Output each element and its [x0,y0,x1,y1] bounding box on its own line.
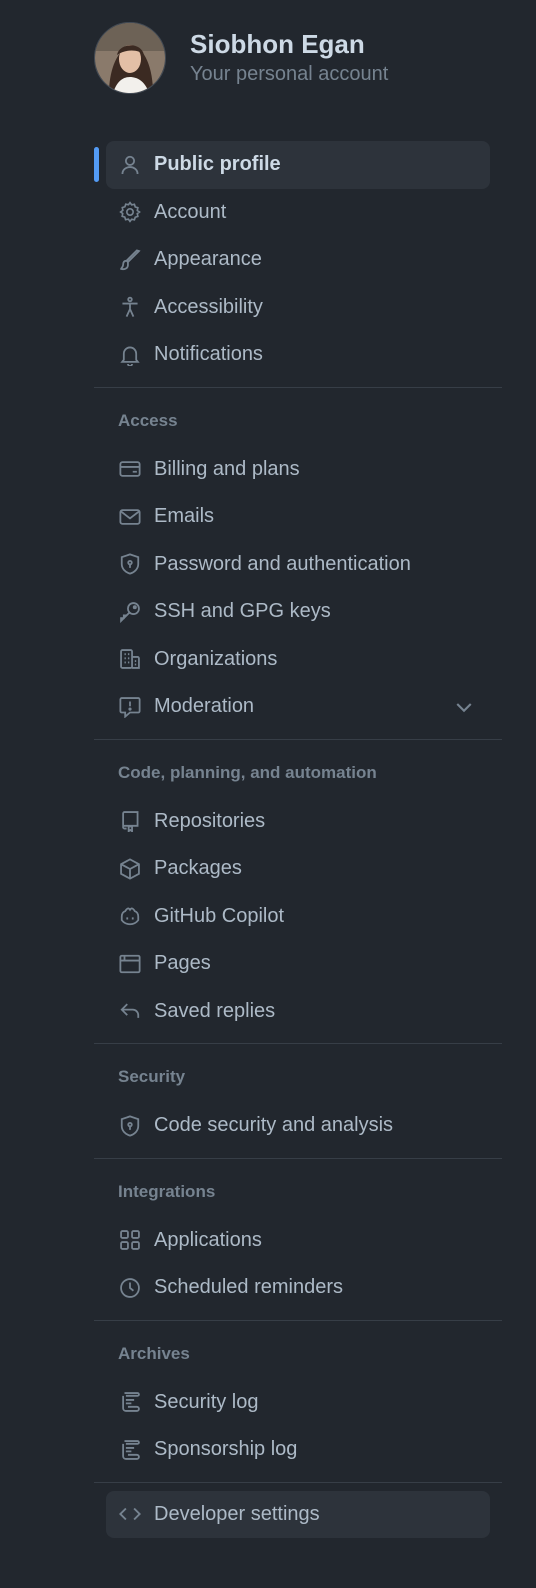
nav-item-developer-settings[interactable]: Developer settings [106,1490,490,1538]
bell-icon [118,343,142,367]
nav-item-emails[interactable]: Emails [106,493,490,541]
nav-item-label: Code security and analysis [154,1114,394,1137]
nav-item-sponsorship-log[interactable]: Sponsorship log [106,1426,490,1474]
shield-lock-icon [118,552,142,576]
divider [94,738,502,740]
nav-item-security-log[interactable]: Security log [106,1379,490,1427]
nav-item-public-profile[interactable]: Public profile [94,141,490,189]
reply-icon [118,999,142,1023]
nav-item-label: SSH and GPG keys [154,600,331,623]
nav-item-label: Emails [154,505,215,528]
nav-item-label: Repositories [154,809,266,832]
nav-item-password[interactable]: Password and authentication [106,541,490,589]
divider [94,1157,502,1159]
section-heading-security: Security [118,1067,186,1086]
settings-nav: Public profile Account Appearance Access… [94,141,502,1538]
nav-item-notifications[interactable]: Notifications [106,331,490,379]
nav-item-copilot[interactable]: GitHub Copilot [106,893,490,941]
nav-item-repositories[interactable]: Repositories [106,798,490,846]
nav-item-pages[interactable]: Pages [106,940,490,988]
nav-item-label: Password and authentication [154,552,411,575]
account-header: Siobhon Egan Your personal account [94,22,388,94]
nav-item-label: Account [154,200,227,223]
nav-item-applications[interactable]: Applications [106,1217,490,1265]
person-icon [118,153,142,177]
log-icon [118,1390,142,1414]
repo-icon [118,809,142,833]
nav-item-label: Saved replies [154,999,276,1022]
divider [94,1043,502,1044]
nav-item-label: Billing and plans [154,457,300,480]
nav-item-packages[interactable]: Packages [106,845,490,893]
code-icon [118,1502,142,1526]
nav-item-accessibility[interactable]: Accessibility [106,284,490,332]
nav-item-organizations[interactable]: Organizations [106,636,490,684]
paintbrush-icon [118,248,142,272]
divider [94,1319,502,1321]
apps-icon [118,1228,142,1252]
nav-item-label: GitHub Copilot [154,904,285,927]
organization-icon [118,647,142,671]
nav-item-label: Appearance [154,248,262,271]
browser-icon [118,952,142,976]
section-heading-access: Access [118,410,178,430]
nav-item-scheduled-reminders[interactable]: Scheduled reminders [106,1264,490,1312]
gear-icon [118,200,142,224]
nav-item-account[interactable]: Account [106,189,490,237]
settings-sidebar: Siobhon Egan Your personal account Publi… [0,0,536,1588]
nav-item-label: Organizations [154,647,278,670]
nav-item-billing[interactable]: Billing and plans [106,446,490,494]
section-heading-integrations: Integrations [118,1181,216,1201]
copilot-icon [118,904,142,928]
divider [94,386,502,388]
nav-item-label: Developer settings [154,1502,320,1525]
mail-icon [118,505,142,529]
nav-item-label: Moderation [154,695,255,718]
nav-item-moderation[interactable]: Moderation [106,683,490,731]
nav-item-label: Sponsorship log [154,1438,298,1461]
nav-item-appearance[interactable]: Appearance [106,236,490,284]
report-icon [118,695,142,719]
chevron-down-icon[interactable] [452,695,476,719]
nav-item-label: Public profile [154,153,281,176]
divider [94,1481,502,1483]
key-icon [118,600,142,624]
accessibility-icon [118,295,142,319]
account-name[interactable]: Siobhon Egan [190,29,388,59]
log-icon [118,1438,142,1462]
nav-item-saved-replies[interactable]: Saved replies [106,988,490,1036]
avatar[interactable] [94,22,166,94]
clock-icon [118,1276,142,1300]
section-heading-code: Code, planning, and automation [118,762,377,782]
nav-item-label: Scheduled reminders [154,1276,343,1299]
nav-item-label: Security log [154,1390,259,1413]
nav-item-label: Accessibility [154,295,263,318]
nav-item-label: Notifications [154,343,263,366]
nav-item-ssh-gpg[interactable]: SSH and GPG keys [106,588,490,636]
shield-lock-icon [118,1114,142,1138]
nav-item-code-security[interactable]: Code security and analysis [106,1102,490,1150]
nav-item-label: Packages [154,857,242,880]
nav-item-label: Pages [154,952,211,975]
credit-card-icon [118,457,142,481]
account-subtitle: Your personal account [190,63,389,85]
nav-item-label: Applications [154,1228,262,1251]
section-heading-archives: Archives [118,1343,190,1363]
package-icon [118,857,142,881]
